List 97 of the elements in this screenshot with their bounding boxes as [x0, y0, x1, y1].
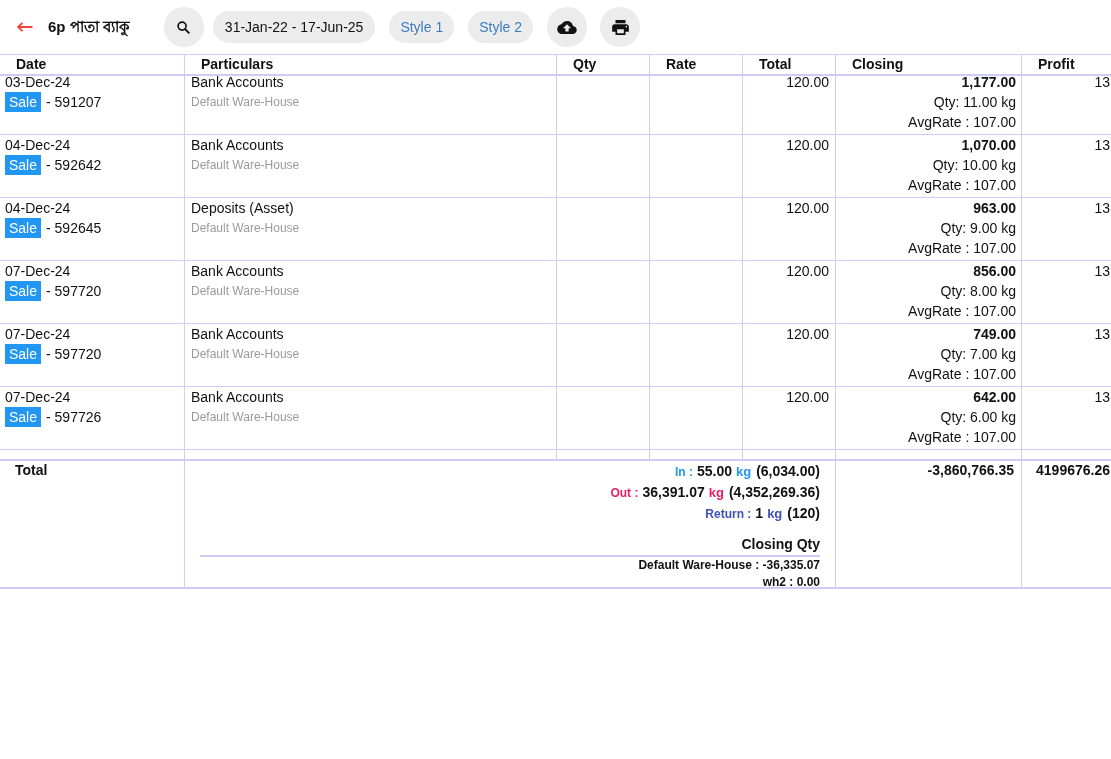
- entry-date: 03-Dec-24: [5, 76, 72, 92]
- column-header: Particulars: [201, 56, 274, 72]
- column-header: Total: [759, 56, 792, 72]
- column-header: Date: [16, 56, 47, 72]
- movement-label: Out :: [610, 486, 639, 500]
- movement-amount: (6,034.00): [756, 463, 820, 479]
- voucher-number: - 597720: [46, 282, 102, 301]
- warehouse-closing-qty: wh2 : 0.00: [761, 574, 820, 589]
- movement-quantity: 36,391.07: [642, 484, 705, 500]
- closing-amount: 749.00: [972, 325, 1016, 344]
- total-label: Total: [15, 462, 48, 478]
- total-amount: 120.00: [785, 199, 829, 218]
- printer-icon: [611, 19, 629, 35]
- profit-amount: 13: [1093, 325, 1110, 344]
- column-header: Rate: [666, 56, 697, 72]
- account-name: Bank Accounts: [191, 262, 285, 281]
- voucher-type-tag: Sale: [5, 218, 42, 238]
- profit-amount: 13: [1093, 76, 1110, 92]
- movement-amount: (120): [787, 505, 820, 521]
- date-range-button[interactable]: 31-Jan-22 - 17-Jun-25: [212, 11, 376, 43]
- movement-amount: (4,352,269.36): [728, 484, 820, 500]
- search-icon: [177, 20, 191, 34]
- average-rate: AvgRate : 107.00: [907, 113, 1016, 132]
- account-name: Bank Accounts: [191, 388, 285, 407]
- closing-quantity: Qty: 7.00 kg: [939, 345, 1016, 364]
- voucher-number: - 591207: [46, 93, 102, 112]
- warehouse-name: Default Ware-House: [191, 94, 301, 111]
- column-header: Profit: [1038, 56, 1075, 72]
- closing-quantity: Qty: 6.00 kg: [939, 408, 1016, 427]
- profit-amount: 13: [1093, 262, 1110, 281]
- movement-label: In :: [674, 465, 693, 479]
- account-name: Deposits (Asset): [191, 199, 295, 218]
- movement-quantity: 1: [755, 505, 764, 521]
- closing-quantity: Qty: 9.00 kg: [939, 219, 1016, 238]
- entry-date: 07-Dec-24: [5, 262, 72, 281]
- warehouse-name: Default Ware-House: [191, 409, 301, 426]
- closing-quantity: Qty: 8.00 kg: [939, 282, 1016, 301]
- search-button[interactable]: [163, 7, 204, 47]
- voucher-type-tag: Sale: [5, 281, 42, 301]
- profit-total: 4199676.26: [1036, 462, 1110, 478]
- warehouse-name: Default Ware-House: [191, 157, 301, 174]
- closing-amount: 856.00: [972, 262, 1016, 281]
- voucher-type-tag: Sale: [5, 407, 42, 427]
- voucher-type-tag: Sale: [5, 344, 42, 364]
- unit-label: kg: [708, 485, 724, 500]
- average-rate: AvgRate : 107.00: [907, 428, 1016, 447]
- entry-date: 04-Dec-24: [5, 199, 72, 218]
- average-rate: AvgRate : 107.00: [907, 302, 1016, 321]
- voucher-number: - 592645: [46, 219, 102, 238]
- closing-quantity: Qty: 11.00 kg: [932, 93, 1016, 112]
- unit-label: kg: [767, 506, 783, 521]
- total-amount: 120.00: [785, 76, 829, 92]
- movement-label: Return :: [705, 507, 752, 521]
- average-rate: AvgRate : 107.00: [907, 365, 1016, 384]
- closing-quantity: Qty: 10.00 kg: [931, 156, 1016, 175]
- total-amount: 120.00: [785, 262, 829, 281]
- average-rate: AvgRate : 107.00: [907, 176, 1016, 195]
- closing-amount: 1,070.00: [960, 136, 1016, 155]
- style-button[interactable]: Style 2: [468, 11, 533, 43]
- closing-amount: 1,177.00: [960, 76, 1016, 92]
- movement-quantity: 55.00: [696, 463, 732, 479]
- warehouse-name: Default Ware-House: [191, 220, 301, 237]
- voucher-number: - 592642: [46, 156, 102, 175]
- profit-amount: 13: [1093, 136, 1110, 155]
- entry-date: 04-Dec-24: [5, 136, 72, 155]
- account-name: Bank Accounts: [191, 325, 285, 344]
- total-amount: 120.00: [785, 136, 829, 155]
- back-arrow-icon: [17, 22, 33, 32]
- warehouse-closing-qty: Default Ware-House : -36,335.07: [637, 557, 820, 574]
- style-button[interactable]: Style 1: [389, 11, 455, 43]
- column-header: Closing: [852, 56, 904, 72]
- warehouse-name: Default Ware-House: [191, 283, 301, 300]
- voucher-number: - 597720: [46, 345, 102, 364]
- upload-button[interactable]: [547, 7, 587, 47]
- column-header: Qty: [573, 56, 597, 72]
- account-name: Bank Accounts: [191, 136, 285, 155]
- voucher-number: - 597726: [46, 408, 102, 427]
- voucher-type-tag: Sale: [5, 92, 42, 112]
- total-amount: 120.00: [785, 388, 829, 407]
- closing-amount: 963.00: [972, 199, 1016, 218]
- entry-date: 07-Dec-24: [5, 325, 72, 344]
- unit-label: kg: [736, 464, 752, 479]
- page-title: 6p পাতা ব্যাকু: [48, 16, 130, 39]
- total-amount: 120.00: [785, 325, 829, 344]
- closing-total: -3,860,766.35: [927, 462, 1014, 478]
- cloud-upload-icon: [557, 20, 577, 34]
- voucher-type-tag: Sale: [5, 155, 42, 175]
- closing-amount: 642.00: [972, 388, 1016, 407]
- back-button[interactable]: [17, 22, 33, 32]
- account-name: Bank Accounts: [191, 76, 285, 92]
- average-rate: AvgRate : 107.00: [907, 239, 1016, 258]
- closing-qty-title: Closing Qty: [740, 535, 820, 554]
- entry-date: 07-Dec-24: [5, 388, 72, 407]
- profit-amount: 13: [1093, 388, 1110, 407]
- print-button[interactable]: [600, 7, 640, 47]
- profit-amount: 13: [1093, 199, 1110, 218]
- warehouse-name: Default Ware-House: [191, 346, 301, 363]
